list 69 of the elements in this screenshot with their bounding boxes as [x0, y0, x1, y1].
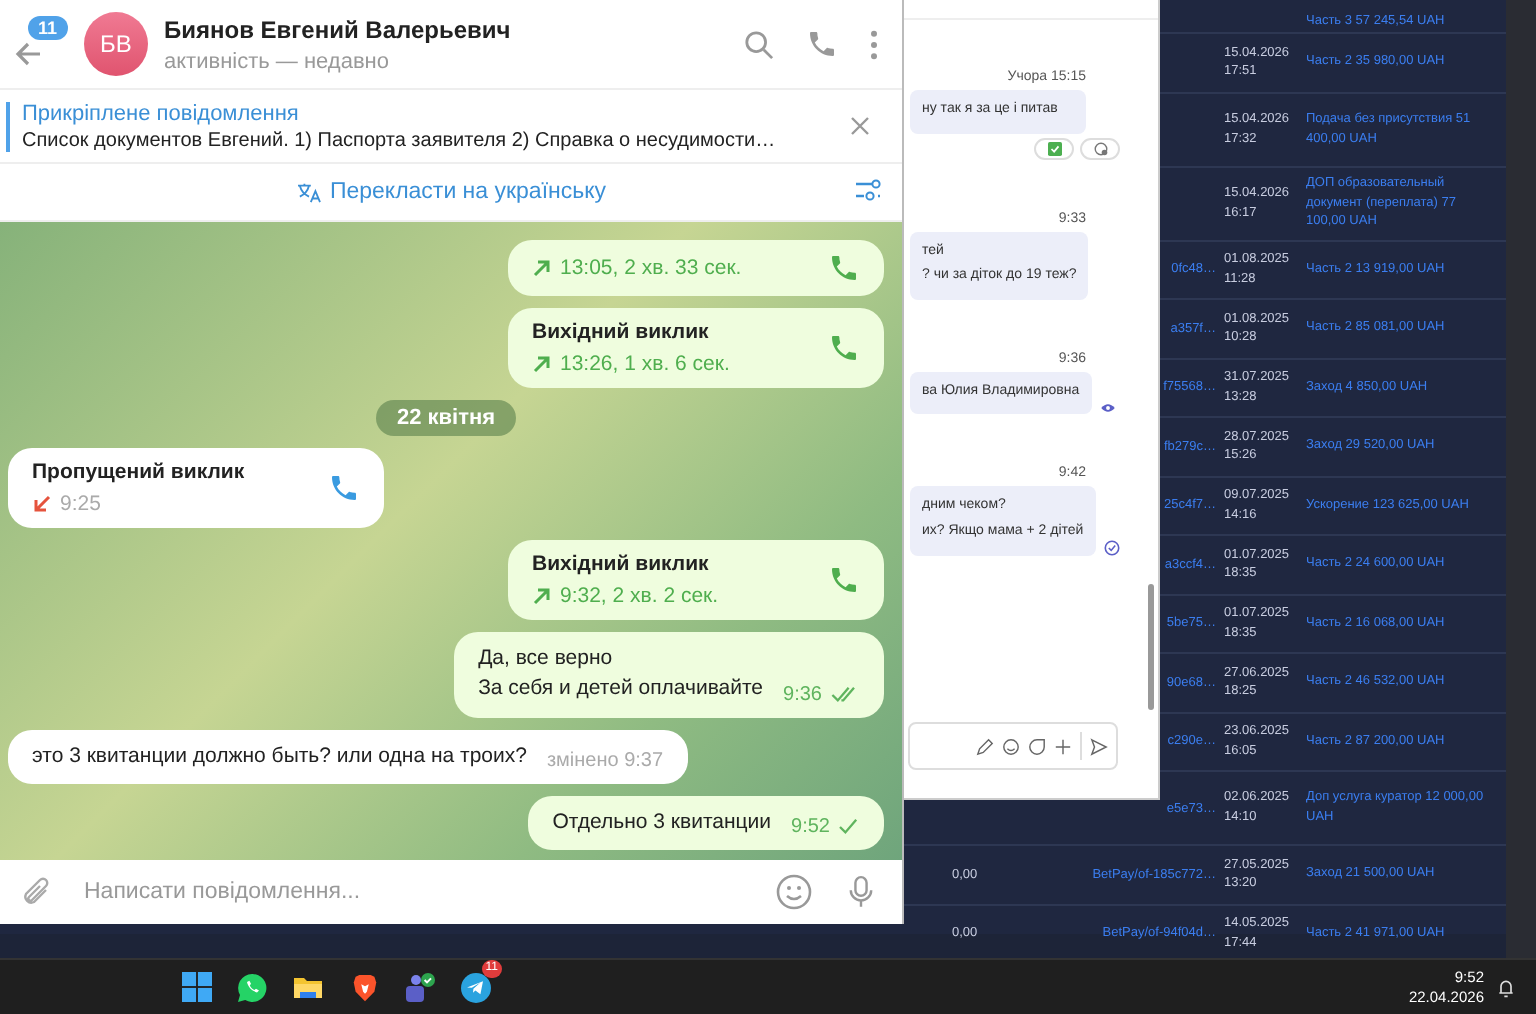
plus-icon	[1054, 737, 1072, 755]
add-button[interactable]	[1054, 737, 1072, 755]
microphone-icon	[848, 874, 874, 910]
phone-icon[interactable]	[806, 28, 838, 60]
call-info: 9:25	[60, 492, 101, 517]
message-field[interactable]	[908, 722, 1118, 770]
message-text: Да, все верно За себя и детей оплачивайте	[478, 644, 764, 705]
message-time: 9:52	[791, 816, 830, 838]
paperclip-icon	[20, 876, 52, 908]
pinned-title: Прикріплене повідомлення	[22, 101, 299, 125]
translate-button[interactable]: Перекласти на українську	[283, 178, 619, 206]
smiley-icon	[1002, 737, 1020, 755]
format-button[interactable]	[976, 737, 994, 755]
back-arrow-icon	[12, 38, 44, 70]
check-circle-icon	[1103, 539, 1120, 556]
arrow-down-left-icon	[32, 494, 52, 515]
pinned-text[interactable]: Список документов Евгений. 1) Паспорта заявителя 2) Справка о несудимости…	[22, 129, 776, 151]
message-text: это 3 квитанции должно быть? или одна на троих?	[32, 741, 527, 772]
search-icon	[744, 29, 774, 59]
settings-button[interactable]	[854, 176, 882, 204]
phone-icon[interactable]	[828, 564, 860, 597]
emoji-button[interactable]	[1002, 737, 1020, 755]
contact-status: активність — недавно	[164, 49, 392, 73]
back-button[interactable]: 11	[8, 14, 68, 74]
eye-icon	[1099, 402, 1116, 415]
phone-icon[interactable]	[328, 472, 360, 505]
call-title: Вихідний виклик	[532, 552, 711, 577]
avatar: БВ	[84, 12, 148, 76]
pen-icon	[976, 737, 994, 755]
message-text: Отдельно 3 квитанции	[552, 807, 772, 838]
phone-icon[interactable]	[828, 252, 860, 285]
taskbar-app-button[interactable]	[400, 967, 440, 1008]
smiley-plus-icon	[1093, 141, 1107, 156]
call-title: Пропущений виклик	[32, 460, 245, 485]
sticker-button[interactable]	[1028, 737, 1046, 755]
paper-plane-icon	[460, 971, 492, 1004]
arrow-up-right-icon	[532, 258, 552, 279]
chat-bubble-icon	[236, 971, 268, 1004]
send-button[interactable]	[1090, 737, 1108, 755]
phone-icon[interactable]	[828, 332, 860, 365]
arrow-up-right-icon	[532, 586, 552, 607]
arrow-up-right-icon	[532, 354, 552, 375]
bell-icon[interactable]	[1496, 977, 1516, 998]
taskbar-app-button[interactable]	[176, 967, 216, 1008]
unread-badge: 11	[28, 16, 68, 40]
call-info: 9:32, 2 хв. 2 сек.	[560, 584, 719, 609]
more-icon	[870, 29, 878, 59]
date-chip: 22 квітня	[376, 400, 516, 437]
close-icon	[850, 116, 870, 136]
call-info: 13:05, 2 хв. 33 сек.	[560, 256, 742, 281]
lion-shield-icon	[349, 971, 379, 1004]
translate-icon	[295, 181, 322, 203]
call-info: 13:26, 1 хв. 6 сек.	[560, 352, 730, 377]
message-time: змінено 9:37	[546, 749, 664, 772]
check-icon	[838, 818, 860, 836]
teams-icon	[402, 971, 438, 1004]
message-input[interactable]: Написати повідомлення...	[80, 878, 748, 906]
double-check-icon	[830, 685, 860, 704]
contact-name: Биянов Евгений Валерьевич	[164, 15, 513, 43]
add-reaction-button[interactable]	[1080, 137, 1120, 160]
sliders-icon	[854, 176, 882, 204]
reaction-button[interactable]	[1034, 137, 1074, 160]
call-title: Вихідний виклик	[532, 320, 711, 345]
check-mark-icon	[1047, 141, 1061, 156]
sticker-icon	[1028, 737, 1046, 755]
windows-icon	[181, 972, 211, 1003]
send-icon	[1090, 737, 1108, 755]
message-time: 9:36	[783, 683, 822, 706]
smiley-icon	[776, 874, 812, 910]
